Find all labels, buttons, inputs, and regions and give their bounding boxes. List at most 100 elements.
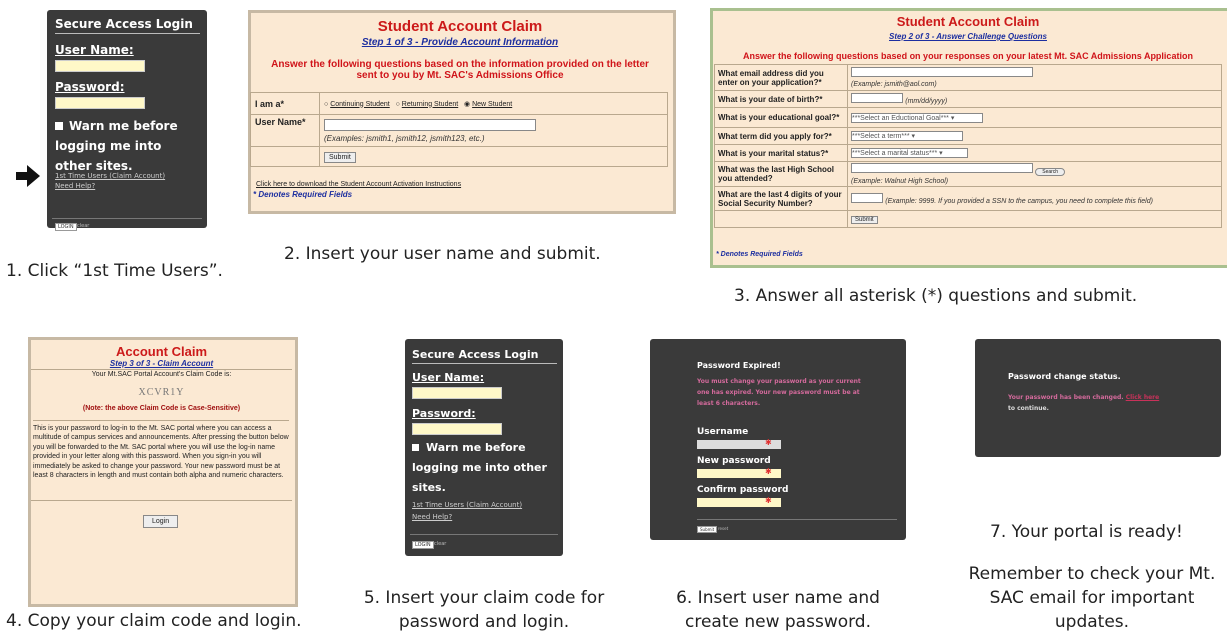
step7-ready-caption: 7. Your portal is ready!	[990, 522, 1183, 542]
step6-reset-link[interactable]: reset	[718, 526, 728, 531]
step1-button-row	[52, 218, 202, 220]
step7-title: Password change status.	[1008, 372, 1121, 381]
step3-email-hint: (Example: jsmith@aol.com)	[851, 81, 937, 88]
step4-caption: 4. Copy your claim code and login.	[6, 611, 302, 631]
step3-q-dob: What is your date of birth?*	[714, 90, 848, 108]
step3-email-input[interactable]	[851, 67, 1033, 77]
step3-required-note: * Denotes Required Fields	[716, 251, 803, 258]
step2-instructions: Answer the following questions based on …	[271, 59, 649, 81]
step4-divider	[31, 500, 292, 501]
step2-iam-label: I am a*	[250, 92, 320, 115]
step7-panel: Password change status. Your password ha…	[975, 339, 1221, 457]
step1-warn-text: Warn me before logging me into other sit…	[55, 119, 178, 173]
step2-download-link[interactable]: Click here to download the Student Accou…	[256, 181, 461, 188]
step3-empty-cell	[714, 210, 848, 228]
step4-body: This is your password to log-in to the M…	[33, 420, 289, 480]
step5-first-time-link[interactable]: 1st Time Users (Claim Account)	[412, 501, 522, 509]
step2-submit-button[interactable]: Submit	[324, 151, 356, 163]
step3-search-button[interactable]: Search	[1035, 168, 1066, 176]
step5-help-link[interactable]: Need Help?	[412, 513, 452, 521]
step7-click-here-link[interactable]: Click here	[1126, 394, 1160, 401]
step4-claim-code: XCVR1Y	[138, 387, 185, 398]
step2-options: ○ Continuing Student ○ Returning Student…	[319, 92, 668, 115]
step3-instructions: Answer the following questions based on …	[743, 51, 1193, 61]
step2-title: Student Account Claim	[377, 18, 543, 35]
step3-q-term: What term did you apply for?*	[714, 127, 848, 145]
step2-subtitle: Step 1 of 3 - Provide Account Informatio…	[361, 37, 559, 48]
step5-caption: 5. Insert your claim code for password a…	[363, 588, 605, 632]
step3-school-hint: (Example: Walnut High School)	[851, 178, 949, 185]
step1-clear-link[interactable]: clear	[77, 223, 89, 229]
step5-warn-text: Warn me before logging me into other sit…	[412, 441, 547, 494]
step6-title: Password Expired!	[697, 361, 781, 370]
step3-title: Student Account Claim	[896, 14, 1040, 29]
step2-username-label: User Name*	[250, 114, 320, 147]
step5-username-input[interactable]	[412, 387, 502, 399]
step5-password-label: Password:	[412, 407, 476, 420]
step1-username-input[interactable]	[55, 60, 145, 72]
step4-login-button[interactable]: Login	[143, 515, 179, 528]
step5-password-input[interactable]	[412, 423, 502, 435]
step3-term-select[interactable]: ***Select a term*** ▾	[851, 131, 963, 141]
right-arrow-icon	[16, 165, 40, 192]
step3-q-school: What was the last High School you attend…	[714, 161, 848, 187]
step6-divider	[697, 519, 897, 520]
step3-goal-select[interactable]: ***Select an Eductional Goal*** ▾	[851, 112, 983, 123]
step2-table: I am a* ○ Continuing Student ○ Returning…	[250, 92, 668, 167]
step4-code-intro: Your Mt.SAC Portal Account's Claim Code …	[31, 369, 292, 378]
step3-caption: 3. Answer all asterisk (*) questions and…	[734, 286, 1138, 306]
step3-q-email: What email address did you enter on your…	[714, 64, 848, 91]
step6-confirm-required-icon: ✱	[765, 496, 772, 505]
step5-clear-link[interactable]: clear	[434, 541, 446, 547]
step4-note: (Note: the above Claim Code is Case-Sens…	[82, 405, 241, 412]
step7-remember-caption: Remember to check your Mt. SAC email for…	[968, 564, 1216, 632]
step3-q-marital: What is your marital status?*	[714, 144, 848, 162]
step6-new-password-input[interactable]: ✱	[697, 467, 781, 478]
step1-password-input[interactable]	[55, 97, 145, 109]
step1-login-button[interactable]: LOGIN	[55, 223, 77, 231]
step3-ssn-input[interactable]	[851, 192, 883, 203]
step7-message: Your password has been changed. Click he…	[1008, 392, 1168, 414]
step4-subtitle: Step 3 of 3 - Claim Account	[109, 359, 214, 368]
step6-confirm-input[interactable]: ✱	[697, 496, 781, 507]
step6-caption: 6. Insert user name and create new passw…	[676, 588, 880, 632]
step1-login-title: Secure Access Login	[55, 17, 200, 34]
step5-login-title: Secure Access Login	[412, 348, 557, 364]
step5-username-label: User Name:	[412, 371, 485, 384]
step6-panel: Password Expired! You must change your p…	[650, 339, 906, 540]
step3-marital-select[interactable]: ***Select a marital status*** ▾	[851, 148, 968, 158]
step2-radio-returning[interactable]: ○ Returning Student	[396, 101, 459, 108]
step2-caption: 2. Insert your user name and submit.	[284, 244, 601, 264]
step3-submit-button[interactable]: Submit	[851, 216, 878, 224]
step2-required-note: * Denotes Required Fields	[253, 190, 353, 199]
step3-school-input[interactable]	[851, 163, 1033, 173]
step3-q-goal: What is your educational goal?*	[714, 107, 848, 128]
step6-submit-button[interactable]: Submit	[697, 526, 718, 533]
step4-title: Account Claim	[115, 344, 207, 359]
step2-username-input[interactable]	[324, 118, 536, 131]
step6-username-label: Username	[697, 427, 749, 437]
step1-username-label: User Name:	[55, 43, 134, 57]
step1-password-label: Password:	[55, 80, 125, 94]
step5-login-panel: Secure Access Login User Name: Password:…	[405, 339, 563, 556]
step1-first-time-link[interactable]: 1st Time Users (Claim Account)	[55, 172, 165, 180]
step5-button-row	[410, 534, 558, 536]
step3-table: What email address did you enter on your…	[714, 64, 1222, 228]
step3-dob-hint: (mm/dd/yyyy)	[905, 98, 948, 105]
step6-new-password-label: New password	[697, 456, 771, 466]
step2-username-examples: (Examples: jsmith1, jsmith12, jsmith123,…	[324, 133, 485, 143]
step1-caption: 1. Click “1st Time Users”.	[6, 261, 223, 281]
step3-dob-input[interactable]	[851, 93, 903, 103]
step7-message-post: to continue.	[1008, 405, 1049, 412]
step3-q-ssn: What are the last 4 digits of your Socia…	[714, 186, 848, 211]
step6-username-input[interactable]: ✱	[697, 438, 781, 449]
step2-empty-cell	[250, 146, 320, 167]
step6-confirm-label: Confirm password	[697, 485, 789, 495]
step5-login-button[interactable]: LOGIN	[412, 541, 434, 549]
step2-radio-continuing[interactable]: ○ Continuing Student	[324, 101, 390, 108]
step3-subtitle: Step 2 of 3 - Answer Challenge Questions	[889, 32, 1047, 41]
step2-radio-new[interactable]: ◉ New Student	[464, 101, 512, 108]
step1-login-panel: Secure Access Login User Name: Password:…	[47, 10, 207, 231]
step1-help-link[interactable]: Need Help?	[55, 182, 95, 190]
step3-ssn-hint: (Example: 9999. If you provided a SSN to…	[885, 197, 1153, 205]
